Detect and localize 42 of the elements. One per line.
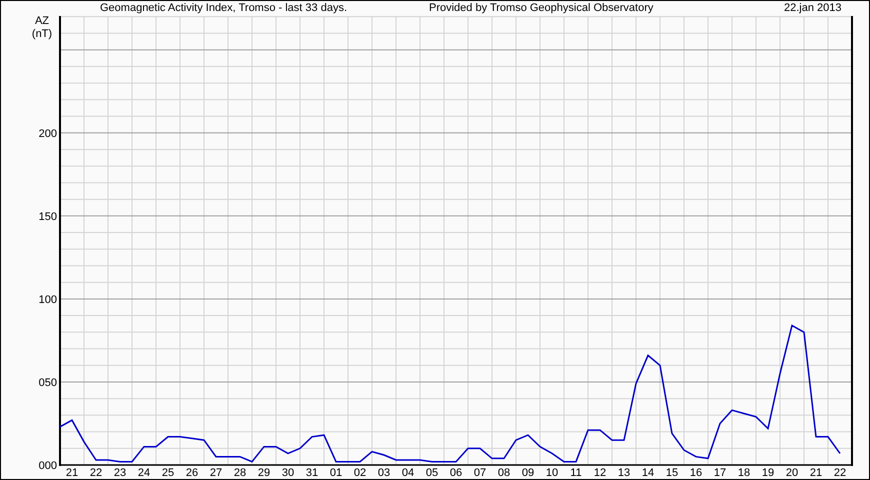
x-tick-label: 14 (642, 467, 654, 479)
x-tick-label: 01 (330, 467, 342, 479)
x-tick-label: 19 (762, 467, 774, 479)
x-tick-label: 28 (234, 467, 246, 479)
x-tick-label: 20 (786, 467, 798, 479)
x-tick-label: 18 (738, 467, 750, 479)
x-tick-label: 12 (594, 467, 606, 479)
x-tick-label: 23 (114, 467, 126, 479)
x-tick-label: 03 (378, 467, 390, 479)
y-tick-label: 150 (38, 210, 57, 223)
x-tick-label: 31 (306, 467, 318, 479)
x-tick-label: 27 (210, 467, 222, 479)
x-tick-label: 11 (570, 467, 582, 479)
x-tick-label: 08 (498, 467, 510, 479)
x-tick-label: 22 (834, 467, 846, 479)
x-tick-label: 22 (90, 467, 102, 479)
x-tick-label: 09 (522, 467, 534, 479)
x-tick-label: 13 (618, 467, 630, 479)
y-axis-label: AZ (nT) (32, 16, 52, 40)
x-tick-label: 29 (258, 467, 270, 479)
y-tick-label: 000 (38, 460, 57, 472)
x-tick-label: 21 (66, 467, 78, 479)
x-tick-label: 21 (810, 467, 822, 479)
x-tick-label: 07 (474, 467, 486, 479)
x-tick-label: 05 (426, 467, 438, 479)
x-tick-label: 10 (546, 467, 558, 479)
x-tick-label: 02 (354, 467, 366, 479)
x-tick-label: 16 (690, 467, 702, 479)
x-tick-label: 25 (162, 467, 174, 479)
y-tick-label: 050 (38, 376, 57, 389)
x-tick-label: 04 (402, 467, 414, 479)
y-tick-label: 100 (38, 294, 57, 306)
x-tick-label: 06 (450, 467, 462, 479)
x-tick-label: 15 (666, 467, 678, 479)
y-tick-label: 200 (38, 128, 57, 140)
x-tick-label: 30 (282, 467, 294, 479)
chart-title: Geomagnetic Activity Index, Tromso - last 33 days. (100, 3, 348, 14)
x-tick-label: 24 (138, 467, 150, 479)
chart-date: 22.jan 2013 (784, 3, 842, 14)
x-tick-label: 26 (186, 467, 198, 479)
x-tick-label: 17 (714, 467, 726, 479)
provider-credit: Provided by Tromso Geophysical Observatory (429, 3, 654, 14)
